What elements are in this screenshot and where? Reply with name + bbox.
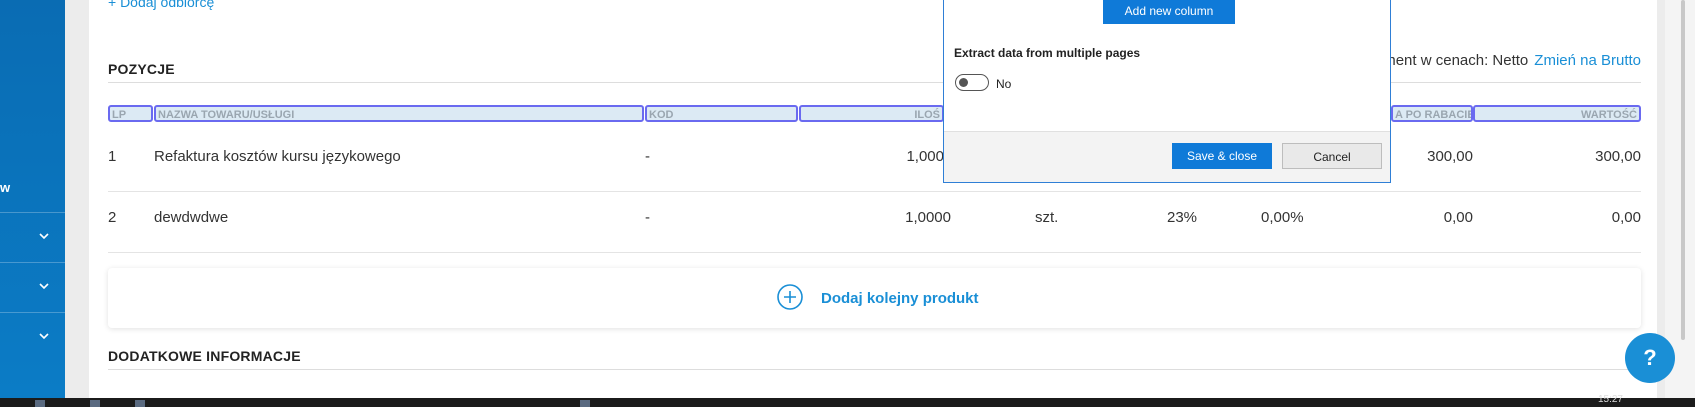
column-header-name[interactable]: NAZWA TOWARU/USŁUGI (154, 105, 644, 122)
taskbar-app-icon[interactable] (580, 400, 590, 407)
price-mode-text: nent w cenach: Netto (1387, 52, 1529, 69)
save-and-close-button[interactable]: Save & close (1172, 143, 1272, 169)
add-new-column-button[interactable]: Add new column (1103, 0, 1235, 24)
row-divider (108, 191, 1641, 192)
row-1-name[interactable]: Refaktura kosztów kursu językowego (154, 148, 401, 165)
sidebar-item-3[interactable] (0, 312, 65, 362)
column-header-quantity[interactable]: ILOŚ (799, 105, 944, 122)
column-header-code[interactable]: KOD (645, 105, 798, 122)
taskbar: 15:27 (0, 394, 1695, 407)
help-button[interactable]: ? (1625, 333, 1675, 383)
toggle-knob (959, 78, 968, 87)
cancel-button[interactable]: Cancel (1282, 143, 1382, 169)
sidebar-item-2[interactable] (0, 262, 65, 312)
row-2-discount[interactable]: 0,00% (1261, 209, 1304, 226)
switch-to-gross-link[interactable]: Zmień na Brutto (1534, 52, 1641, 69)
toggle-state-text: No (996, 77, 1012, 91)
row-2-code: - (645, 209, 650, 226)
row-2-quantity[interactable]: 1,0000 (860, 209, 951, 226)
chevron-down-icon (39, 233, 49, 240)
page-scrollbar-track[interactable] (1665, 0, 1695, 398)
row-divider (108, 252, 1641, 253)
sidebar-item-1[interactable] (0, 212, 65, 262)
row-2-value: 0,00 (1611, 209, 1641, 226)
row-1-lp: 1 (108, 148, 117, 165)
add-product-label: Dodaj kolejny produkt (821, 290, 979, 307)
row-2-after-discount: 0,00 (1443, 209, 1473, 226)
taskbar-clock[interactable]: 15:27 (1598, 394, 1623, 405)
row-1-code: - (645, 148, 650, 165)
left-sidebar: w (0, 0, 65, 398)
add-product-button[interactable]: Dodaj kolejny produkt (108, 268, 1641, 328)
column-header-lp[interactable]: LP (108, 105, 153, 122)
divider (108, 82, 1641, 83)
row-2-vat[interactable]: 23% (1167, 209, 1197, 226)
page-scrollbar-thumb[interactable] (1681, 0, 1685, 340)
taskbar-app-icon[interactable] (135, 400, 145, 407)
divider (108, 369, 1641, 370)
row-2-unit[interactable]: szt. (1035, 209, 1058, 226)
dialog-footer: Save & close Cancel (944, 131, 1390, 182)
start-icon[interactable] (35, 400, 45, 407)
chevron-down-icon (39, 283, 49, 290)
row-1-quantity[interactable]: 1,000 (860, 148, 944, 165)
row-1-value: 300,00 (1595, 148, 1641, 165)
positions-section-title: POZYCJE (108, 61, 175, 77)
extract-multiple-pages-toggle[interactable] (955, 74, 989, 91)
price-mode: nent w cenach: Netto Zmień na Brutto (1387, 52, 1641, 69)
row-2-name[interactable]: dewdwdwe (154, 209, 228, 226)
plus-circle-icon (777, 284, 803, 310)
row-1-after-discount: 300,00 (1427, 148, 1473, 165)
taskbar-app-icon[interactable] (90, 400, 100, 407)
chevron-down-icon (39, 333, 49, 340)
extract-multiple-pages-label: Extract data from multiple pages (954, 46, 1141, 60)
column-header-after-discount[interactable]: A PO RABACIE (1391, 105, 1473, 122)
additional-info-section-title: DODATKOWE INFORMACJE (108, 348, 301, 364)
add-recipient-link[interactable]: + Dodaj odbiorcę (108, 0, 214, 10)
sidebar-partial-label: w (0, 180, 11, 195)
row-2-lp: 2 (108, 209, 117, 226)
column-header-value[interactable]: WARTOŚĆ (1473, 105, 1641, 122)
column-config-dialog: Add new column Extract data from multipl… (943, 0, 1391, 183)
